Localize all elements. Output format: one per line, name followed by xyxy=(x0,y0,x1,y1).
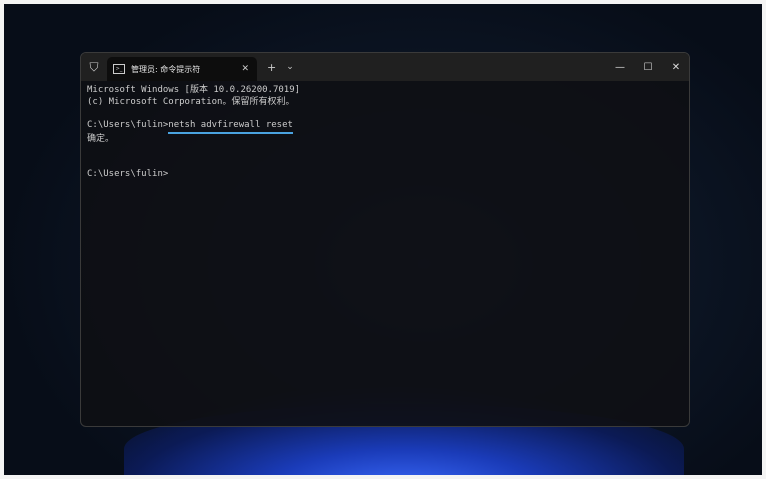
new-tab-button[interactable]: + xyxy=(267,61,276,74)
cmd-icon: >_ xyxy=(113,64,125,74)
tab-close-button[interactable]: ✕ xyxy=(241,64,249,74)
version-line: Microsoft Windows [版本 10.0.26200.7019] xyxy=(87,85,301,95)
terminal-output[interactable]: Microsoft Windows [版本 10.0.26200.7019] (… xyxy=(81,81,689,184)
terminal-window: ⛉ >_ 管理员: 命令提示符 ✕ + ⌄ — ☐ ✕ Microsoft Wi… xyxy=(80,52,690,427)
close-button[interactable]: ✕ xyxy=(661,53,689,81)
copyright-line: (c) Microsoft Corporation。保留所有权利。 xyxy=(87,96,295,107)
minimize-button[interactable]: — xyxy=(605,53,635,81)
admin-shield-icon: ⛉ xyxy=(89,59,99,74)
maximize-button[interactable]: ☐ xyxy=(633,53,663,81)
title-bar[interactable]: ⛉ >_ 管理员: 命令提示符 ✕ + ⌄ — ☐ ✕ xyxy=(81,53,689,81)
prompt: C:\Users\fulin> xyxy=(87,119,169,130)
tab-dropdown-button[interactable]: ⌄ xyxy=(286,62,294,72)
tab-title: 管理员: 命令提示符 xyxy=(131,64,201,74)
tab-command-prompt[interactable]: >_ 管理员: 命令提示符 ✕ xyxy=(107,57,257,81)
command-text: netsh advfirewall reset xyxy=(168,120,293,134)
current-prompt: C:\Users\fulin> xyxy=(87,168,169,179)
command-output: 确定。 xyxy=(87,134,115,144)
